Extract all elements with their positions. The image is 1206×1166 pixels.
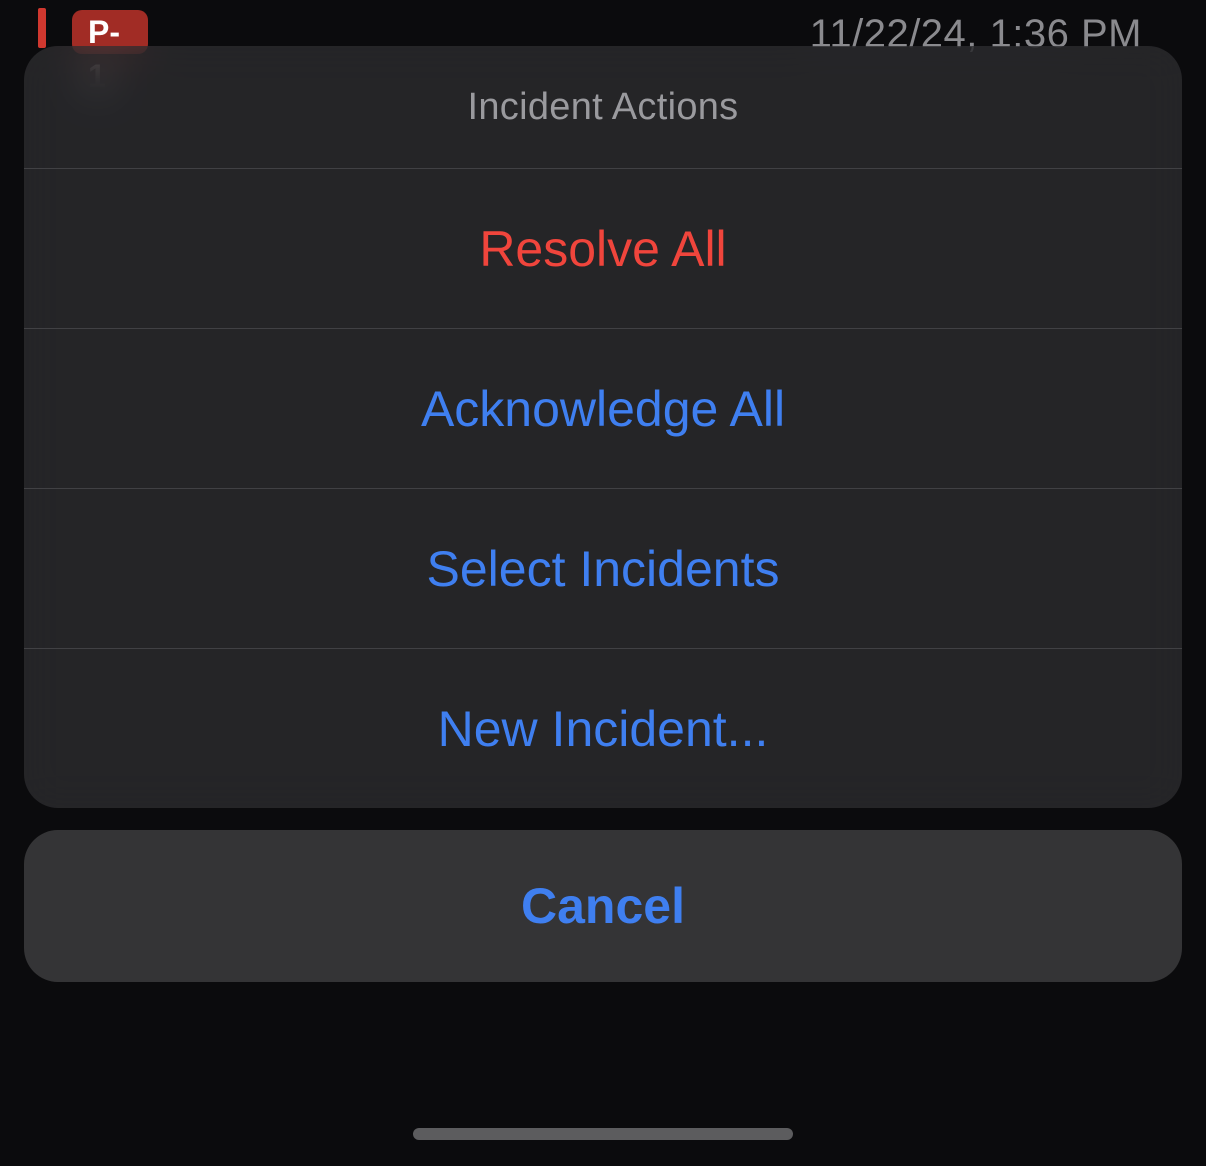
- select-incidents-button[interactable]: Select Incidents: [24, 488, 1182, 648]
- resolve-all-button[interactable]: Resolve All: [24, 168, 1182, 328]
- new-incident-button[interactable]: New Incident...: [24, 648, 1182, 808]
- home-indicator: [413, 1128, 793, 1140]
- action-sheet-title: Incident Actions: [24, 46, 1182, 168]
- action-sheet: Incident Actions Resolve All Acknowledge…: [24, 46, 1182, 808]
- priority-stripe: [38, 8, 46, 48]
- acknowledge-all-button[interactable]: Acknowledge All: [24, 328, 1182, 488]
- cancel-button[interactable]: Cancel: [24, 830, 1182, 982]
- action-sheet-container: Incident Actions Resolve All Acknowledge…: [24, 46, 1182, 982]
